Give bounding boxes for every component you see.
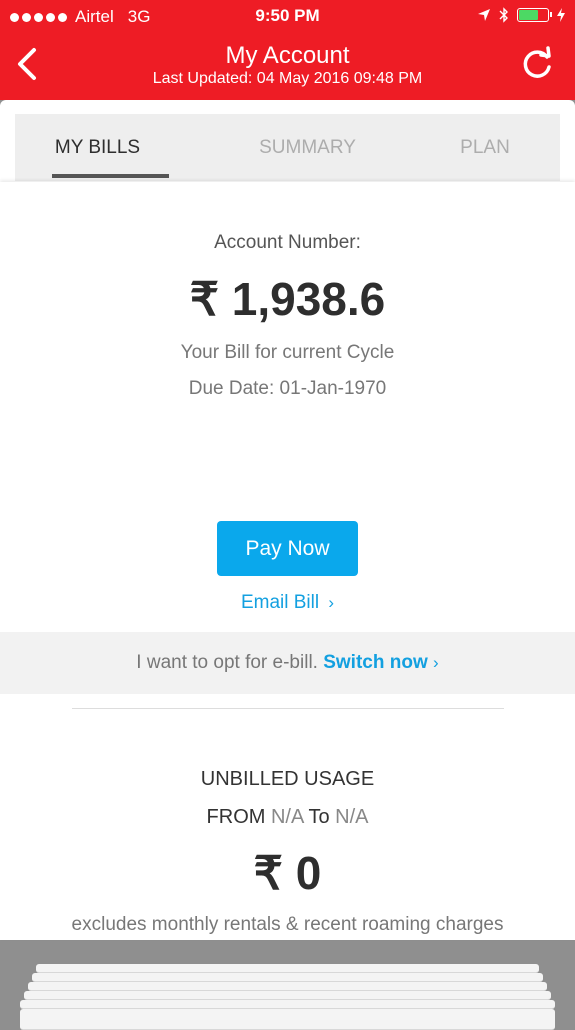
last-updated: Last Updated: 04 May 2016 09:48 PM <box>152 70 423 87</box>
section-divider <box>72 708 504 709</box>
account-number-label: Account Number: <box>214 232 361 253</box>
battery-icon <box>517 8 552 22</box>
ebill-banner: I want to opt for e-bill. Switch now › <box>0 632 575 694</box>
bluetooth-icon <box>499 7 508 23</box>
page-title: My Account <box>225 42 350 69</box>
app-header: Airtel 3G 9:50 PM My Account Last Update… <box>0 0 575 100</box>
switch-now-link[interactable]: Switch now › <box>323 652 438 673</box>
ebill-prompt: I want to opt for e-bill. <box>136 652 318 673</box>
unbilled-amount: ₹ 0 <box>253 847 322 899</box>
email-bill-label: Email Bill <box>240 592 320 613</box>
chevron-right-icon: › <box>328 593 335 612</box>
due-date: Due Date: 01-Jan-1970 <box>188 378 387 399</box>
email-bill-link[interactable]: Email Bill › <box>0 592 575 614</box>
unbilled-heading: UNBILLED USAGE <box>200 768 375 790</box>
refresh-icon <box>523 46 551 78</box>
location-arrow-icon <box>478 9 490 21</box>
account-card: MY BILLS SUMMARY PLAN Account Number: ₹ … <box>0 100 575 940</box>
bill-amount: ₹ 1,938.6 <box>189 273 386 325</box>
pay-now-button[interactable]: Pay Now <box>217 521 358 576</box>
charging-bolt-icon <box>557 8 565 22</box>
tab-plan[interactable]: PLAN <box>435 114 535 181</box>
tab-my-bills[interactable]: MY BILLS <box>35 114 160 181</box>
tab-summary[interactable]: SUMMARY <box>225 114 390 181</box>
tab-bar: MY BILLS SUMMARY PLAN <box>15 114 560 181</box>
switch-now-label: Switch now <box>323 652 428 673</box>
from-value: N/A <box>270 806 304 828</box>
to-value: N/A <box>335 806 369 828</box>
unbilled-period: FROM N/A To N/A <box>0 806 575 829</box>
active-tab-indicator <box>52 174 169 178</box>
status-bar: Airtel 3G 9:50 PM <box>0 0 575 34</box>
chevron-right-icon: › <box>433 653 439 672</box>
bill-cycle-text: Your Bill for current Cycle <box>180 342 395 363</box>
refresh-button[interactable] <box>519 45 555 81</box>
bill-panel: Account Number: ₹ 1,938.6 Your Bill for … <box>0 182 575 940</box>
to-label: To <box>308 806 330 828</box>
stacked-cards <box>20 960 555 1030</box>
unbilled-note: excludes monthly rentals & recent roamin… <box>71 914 504 935</box>
from-label: FROM <box>206 806 266 828</box>
